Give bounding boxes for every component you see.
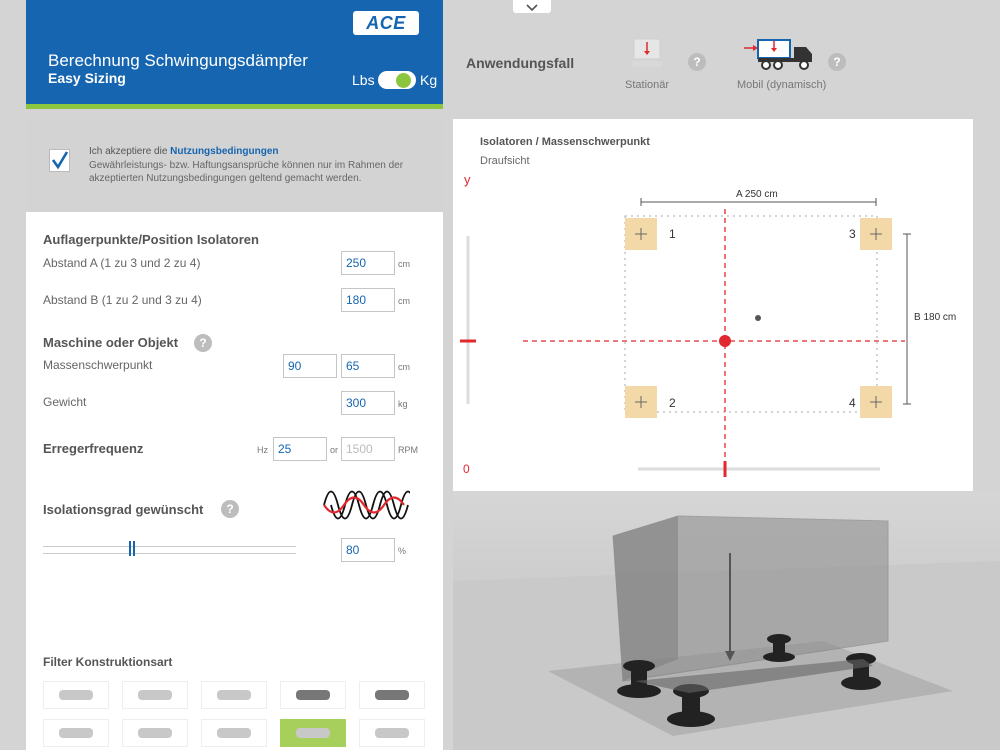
- isolator-2-label: 2: [669, 396, 676, 410]
- frequency-section-title: Erregerfrequenz: [43, 441, 144, 456]
- filter-section-title: Filter Konstruktionsart: [43, 655, 173, 669]
- sine-wave-icon: [323, 490, 410, 520]
- isolator-type-icon: [138, 690, 172, 700]
- filter-option[interactable]: [280, 681, 346, 709]
- filter-option-selected[interactable]: [280, 719, 346, 747]
- isolator-type-icon: [296, 728, 330, 738]
- isolator-type-icon: [375, 690, 409, 700]
- rpm-label: RPM: [398, 445, 418, 455]
- filter-option[interactable]: [122, 719, 188, 747]
- cog-label: Massenschwerpunkt: [43, 358, 153, 372]
- hz-label: Hz: [257, 445, 268, 455]
- app-title: Berechnung Schwingungsdämpfer: [48, 51, 308, 70]
- isolator-type-icon: [138, 728, 172, 738]
- stationary-icon[interactable]: [632, 38, 662, 70]
- mobile-option-label[interactable]: Mobil (dynamisch): [737, 79, 826, 91]
- distance-a-input[interactable]: 250: [341, 251, 395, 275]
- isolator-crosses: [635, 228, 882, 408]
- isolator-type-icon: [217, 728, 251, 738]
- isolator-type-icon: [59, 728, 93, 738]
- isolator-1-label: 1: [669, 227, 676, 241]
- filter-option[interactable]: [43, 719, 109, 747]
- chevron-down-icon: [526, 4, 538, 12]
- isolator-type-icon: [217, 690, 251, 700]
- header-accent-stripe: [26, 104, 443, 109]
- unit-label: cm: [398, 362, 410, 372]
- 3d-machine-render: [453, 515, 1000, 750]
- filter-option[interactable]: [201, 719, 267, 747]
- weight-input[interactable]: 300: [341, 391, 395, 415]
- terms-disclaimer: Gewährleistungs- bzw. Haftungsansprüche …: [89, 160, 404, 184]
- terms-prefix: Ich akzeptiere die: [89, 146, 171, 157]
- cog-y-input[interactable]: 65: [341, 354, 395, 378]
- help-icon[interactable]: ?: [688, 53, 706, 71]
- unit-label: cm: [398, 259, 410, 269]
- ace-logo: ACE: [353, 11, 419, 35]
- isolation-slider-thumb[interactable]: [129, 541, 135, 556]
- isolator-4-label: 4: [849, 396, 856, 410]
- help-icon[interactable]: ?: [828, 53, 846, 71]
- unit-lbs-label: Lbs: [352, 72, 375, 88]
- cog-x-input[interactable]: 90: [283, 354, 337, 378]
- filter-option[interactable]: [359, 719, 425, 747]
- application-label: Anwendungsfall: [466, 55, 575, 71]
- isolation-section-title: Isolationsgrad gewünscht: [43, 502, 204, 517]
- terms-link[interactable]: Nutzungsbedingungen: [170, 146, 278, 157]
- app-subtitle: Easy Sizing: [48, 70, 126, 86]
- checkmark-icon: [51, 151, 69, 170]
- unit-kg-label: Kg: [420, 72, 438, 88]
- filter-option[interactable]: [122, 681, 188, 709]
- isolator-type-icon: [375, 728, 409, 738]
- terms-checkbox[interactable]: [49, 149, 70, 172]
- truck-icon[interactable]: [744, 37, 818, 71]
- isolation-input[interactable]: 80: [341, 538, 395, 562]
- dimension-b-label: B 180 cm: [914, 312, 957, 323]
- distance-b-input[interactable]: 180: [341, 288, 395, 312]
- distance-a-label: Abstand A (1 zu 3 und 2 zu 4): [43, 256, 201, 270]
- help-icon[interactable]: ?: [221, 500, 239, 518]
- filter-option[interactable]: [359, 681, 425, 709]
- weight-label: Gewicht: [43, 395, 87, 409]
- filter-option[interactable]: [201, 681, 267, 709]
- isolation-slider-track[interactable]: [43, 546, 296, 554]
- isolator-3-label: 3: [849, 227, 856, 241]
- or-label: or: [330, 445, 339, 455]
- machine-section-title: Maschine oder Objekt: [43, 335, 179, 350]
- help-icon[interactable]: ?: [194, 334, 212, 352]
- collapse-button[interactable]: [513, 0, 551, 13]
- terms-accept-text: Ich akzeptiere die Nutzungsbedingungen: [89, 146, 279, 157]
- distance-b-label: Abstand B (1 zu 2 und 3 zu 4): [43, 293, 202, 307]
- filter-option[interactable]: [43, 681, 109, 709]
- support-section-title: Auflagerpunkte/Position Isolatoren: [43, 232, 259, 247]
- frequency-hz-input[interactable]: 25: [273, 437, 327, 461]
- dimension-a-label: A 250 cm: [736, 189, 778, 200]
- stationary-option-label[interactable]: Stationär: [625, 79, 669, 91]
- isolator-type-icon: [296, 690, 330, 700]
- unit-toggle-knob[interactable]: [396, 73, 411, 88]
- percent-label: %: [398, 546, 407, 556]
- 3d-view[interactable]: [453, 491, 1000, 750]
- frequency-rpm-input[interactable]: 1500: [341, 437, 395, 461]
- unit-label: cm: [398, 296, 410, 306]
- unit-label: kg: [398, 399, 408, 409]
- isolator-type-icon: [59, 690, 93, 700]
